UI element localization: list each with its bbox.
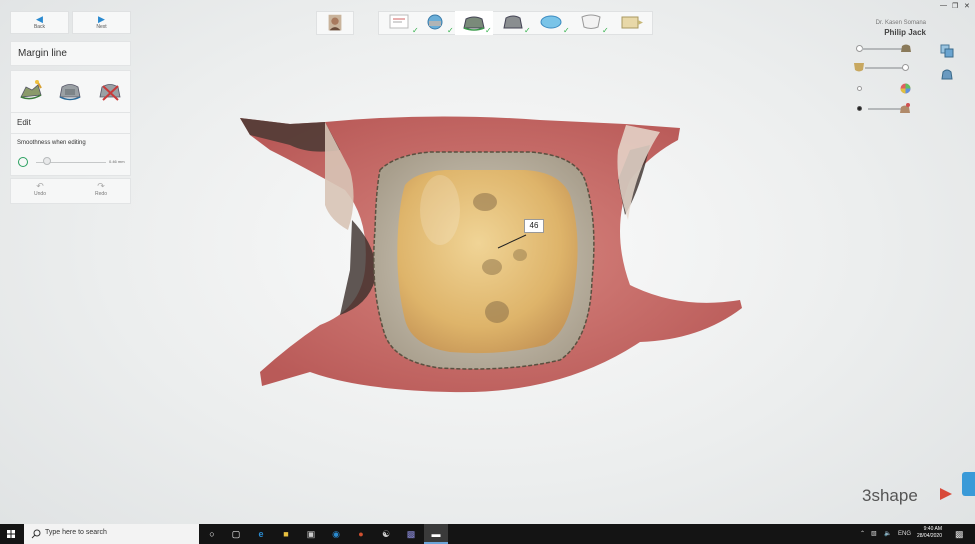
upper-transparency-slider[interactable] xyxy=(862,48,904,50)
step-order-form[interactable]: ✓ xyxy=(380,11,418,35)
tray-chevron-icon[interactable]: ⌃ xyxy=(860,524,865,544)
close-button[interactable]: ✕ xyxy=(964,2,970,10)
taskbar-clock[interactable]: 9:40 AM 28/04/2020 xyxy=(910,526,942,540)
clock-time: 9:40 AM xyxy=(923,526,942,532)
step-margin-line[interactable]: ✓ xyxy=(455,11,493,35)
reset-icon[interactable] xyxy=(18,157,28,167)
3shape-taskbar-icon[interactable]: ▬ xyxy=(424,524,448,544)
lower-jaw-icon xyxy=(854,63,864,72)
patient-photo-button[interactable] xyxy=(316,11,354,35)
copy-view-icon[interactable] xyxy=(940,44,954,58)
svg-text:✓: ✓ xyxy=(563,26,570,35)
upper-jaw-icon xyxy=(901,44,911,52)
task-view-icon[interactable]: ▢ xyxy=(224,524,248,544)
panel-title-bar: Margin line xyxy=(10,41,131,66)
auto-detect-icon[interactable] xyxy=(51,73,89,107)
next-label: Next xyxy=(96,24,107,30)
patient-name: Philip Jack xyxy=(884,28,926,37)
svg-text:✓: ✓ xyxy=(485,26,492,35)
redo-button[interactable]: ↷ Redo xyxy=(81,181,121,197)
doctor-name: Dr. Kasen Somana xyxy=(875,20,926,26)
step-scan-upper[interactable]: ✓ xyxy=(417,11,455,35)
snip-tool-icon[interactable]: ▣ xyxy=(299,524,323,544)
texture-icon xyxy=(900,103,910,113)
smoothness-value: 0.46 mm xyxy=(109,159,125,164)
volume-icon[interactable]: 🔈 xyxy=(884,524,891,544)
svg-text:✓: ✓ xyxy=(447,26,454,35)
chrome-icon[interactable]: ● xyxy=(349,524,373,544)
arrow-right-icon: ▶ xyxy=(98,14,105,24)
undo-icon: ↶ xyxy=(36,181,44,191)
model-view-icon[interactable] xyxy=(940,68,954,80)
minimize-button[interactable]: — xyxy=(940,2,947,9)
brand-logo: 3shape xyxy=(862,486,918,505)
app-icon[interactable]: ☯ xyxy=(374,524,398,544)
search-icon xyxy=(31,529,41,539)
delete-margin-icon[interactable] xyxy=(91,73,129,107)
draw-margin-icon[interactable] xyxy=(12,73,50,107)
lower-transparency-slider[interactable] xyxy=(865,67,905,69)
windows-start-icon[interactable] xyxy=(0,524,22,544)
redo-label: Redo xyxy=(95,191,107,197)
panel-divider xyxy=(10,133,131,134)
arrow-left-icon: ◀ xyxy=(36,14,43,24)
edge-browser-icon[interactable]: e xyxy=(249,524,273,544)
brand-logo-mark xyxy=(940,488,952,500)
smoothness-slider-thumb[interactable] xyxy=(43,157,51,165)
step-bite[interactable]: ✓ xyxy=(533,11,571,35)
tooth-scan-3d-model[interactable] xyxy=(230,110,750,400)
next-button[interactable]: ▶ Next xyxy=(72,11,131,34)
restore-button[interactable]: ❐ xyxy=(952,2,958,10)
svg-text:✓: ✓ xyxy=(602,26,609,35)
cortana-icon[interactable]: ○ xyxy=(200,524,224,544)
step-scan-lower[interactable]: ✓ xyxy=(494,11,532,35)
undo-label: Undo xyxy=(34,191,46,197)
search-placeholder: Type here to search xyxy=(45,529,107,536)
step-crown[interactable]: ✓ xyxy=(572,11,610,35)
color-wheel-icon[interactable] xyxy=(900,83,911,94)
undo-button[interactable]: ↶ Undo xyxy=(20,181,60,197)
remote-support-tab[interactable] xyxy=(962,472,975,496)
lower-slider-knob[interactable] xyxy=(902,64,909,71)
file-explorer-icon[interactable]: ■ xyxy=(274,524,298,544)
tooth-number-label: 46 xyxy=(524,219,544,233)
taskbar-search-box[interactable]: Type here to search xyxy=(24,524,199,544)
network-icon[interactable]: ▧ xyxy=(871,524,877,544)
panel-title: Margin line xyxy=(18,48,67,59)
edit-heading: Edit xyxy=(17,118,31,127)
teamviewer-icon[interactable]: ◉ xyxy=(324,524,348,544)
remote-app-icon[interactable]: ▩ xyxy=(399,524,423,544)
step-export[interactable] xyxy=(612,11,650,35)
notifications-icon[interactable]: ▩ xyxy=(955,524,964,544)
panel-divider xyxy=(10,112,131,113)
back-label: Back xyxy=(33,24,46,30)
svg-text:✓: ✓ xyxy=(524,26,531,35)
texture-mode-radio[interactable] xyxy=(857,106,862,111)
smoothness-label: Smoothness when editing xyxy=(17,140,86,146)
clock-date: 28/04/2020 xyxy=(916,533,942,539)
color-mode-radio[interactable] xyxy=(857,86,862,91)
back-button[interactable]: ◀ Back xyxy=(10,11,69,34)
texture-slider[interactable] xyxy=(868,108,903,110)
redo-icon: ↷ xyxy=(97,181,105,191)
